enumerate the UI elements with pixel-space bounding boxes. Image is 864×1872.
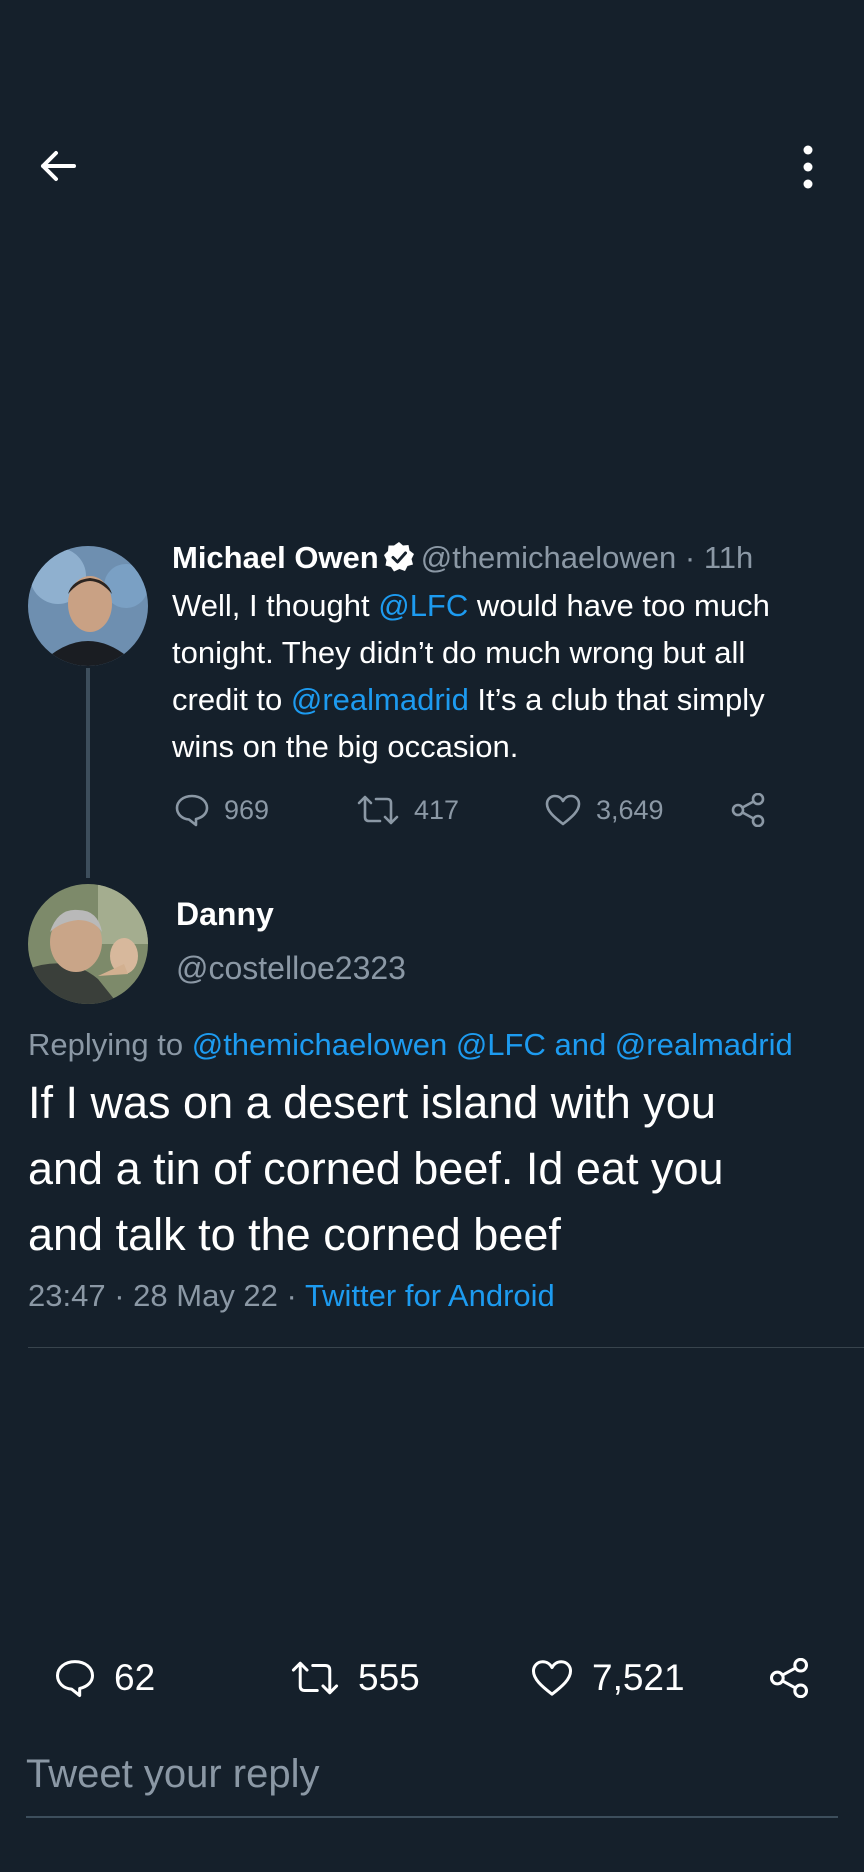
arrow-left-icon: [41, 151, 76, 181]
like-button[interactable]: 7,521: [530, 1653, 685, 1703]
parent-share-button[interactable]: [730, 790, 766, 830]
retweet-button[interactable]: 555: [290, 1653, 420, 1703]
reply-text-line: If I was on a desert island with you: [28, 1077, 716, 1128]
parent-text-line: credit to @realmadrid It’s a club that s…: [172, 682, 765, 717]
thread-connector-line: [86, 668, 90, 878]
retweet-count: 555: [358, 1657, 420, 1698]
parent-text-line: wins on the big occasion.: [172, 729, 519, 764]
replying-to-line: Replying to @themichaelowen @LFC and @re…: [28, 1027, 793, 1063]
parent-like-count: 3,649: [596, 794, 664, 825]
tweet-reply-input[interactable]: Tweet your reply: [26, 1752, 838, 1818]
more-options-button[interactable]: [788, 142, 828, 192]
parent-tweet-time[interactable]: 11h: [704, 540, 753, 575]
divider: [28, 1347, 864, 1348]
back-button[interactable]: [34, 142, 82, 190]
parent-author-name[interactable]: Michael Owen: [172, 540, 379, 575]
reply-icon: [175, 794, 209, 827]
parent-author-avatar[interactable]: [28, 546, 148, 666]
parent-retweet-count: 417: [414, 794, 460, 825]
tweet-metadata: 23:47 · 28 May 22 · Twitter for Android: [28, 1278, 555, 1313]
share-button[interactable]: [768, 1653, 810, 1703]
tweet-source-link[interactable]: Twitter for Android: [305, 1278, 555, 1313]
mention-link[interactable]: @realmadrid: [291, 682, 469, 717]
like-count: 7,521: [592, 1657, 685, 1698]
heart-icon: [545, 794, 581, 826]
tweet-date: 28 May 22: [133, 1278, 278, 1313]
reply-tweet-text: If I was on a desert island with you and…: [28, 1070, 848, 1268]
replying-to-mentions[interactable]: @themichaelowen @LFC and @realmadrid: [192, 1027, 793, 1062]
reply-icon: [55, 1660, 95, 1698]
heart-icon: [531, 1660, 573, 1696]
reply-text-line: and talk to the corned beef: [28, 1209, 561, 1260]
reply-count: 62: [114, 1657, 156, 1698]
header-separator: ·: [684, 540, 696, 575]
parent-text-line: tonight. They didn’t do much wrong but a…: [172, 635, 746, 670]
parent-reply-button[interactable]: 969: [174, 790, 269, 830]
parent-reply-count: 969: [224, 794, 270, 825]
reply-author-name[interactable]: Danny: [176, 896, 274, 933]
reply-text-line: and a tin of corned beef. Id eat you: [28, 1143, 724, 1194]
share-icon: [731, 793, 765, 827]
tweet-time: 23:47: [28, 1278, 106, 1313]
parent-tweet-header: Michael Owen @themichaelowen · 11h: [172, 538, 753, 583]
reply-author-avatar[interactable]: [28, 884, 148, 1004]
parent-author-handle[interactable]: @themichaelowen: [421, 540, 677, 575]
share-icon: [769, 1658, 809, 1698]
retweet-icon: [291, 1661, 339, 1695]
parent-tweet-text: Well, I thought @LFC would have too much…: [172, 582, 864, 770]
verified-badge-icon: [383, 541, 415, 583]
replying-to-label: Replying to: [28, 1027, 192, 1062]
parent-retweet-button[interactable]: 417: [356, 790, 459, 830]
mention-link[interactable]: @LFC: [378, 588, 468, 623]
reply-input-placeholder: Tweet your reply: [26, 1752, 320, 1796]
more-vertical-icon: [803, 145, 813, 189]
retweet-icon: [357, 795, 399, 825]
parent-text-line: Well, I thought @LFC would have too much: [172, 588, 770, 623]
reply-button[interactable]: 62: [54, 1653, 155, 1703]
reply-author-handle[interactable]: @costelloe2323: [176, 950, 406, 987]
parent-like-button[interactable]: 3,649: [544, 790, 664, 830]
